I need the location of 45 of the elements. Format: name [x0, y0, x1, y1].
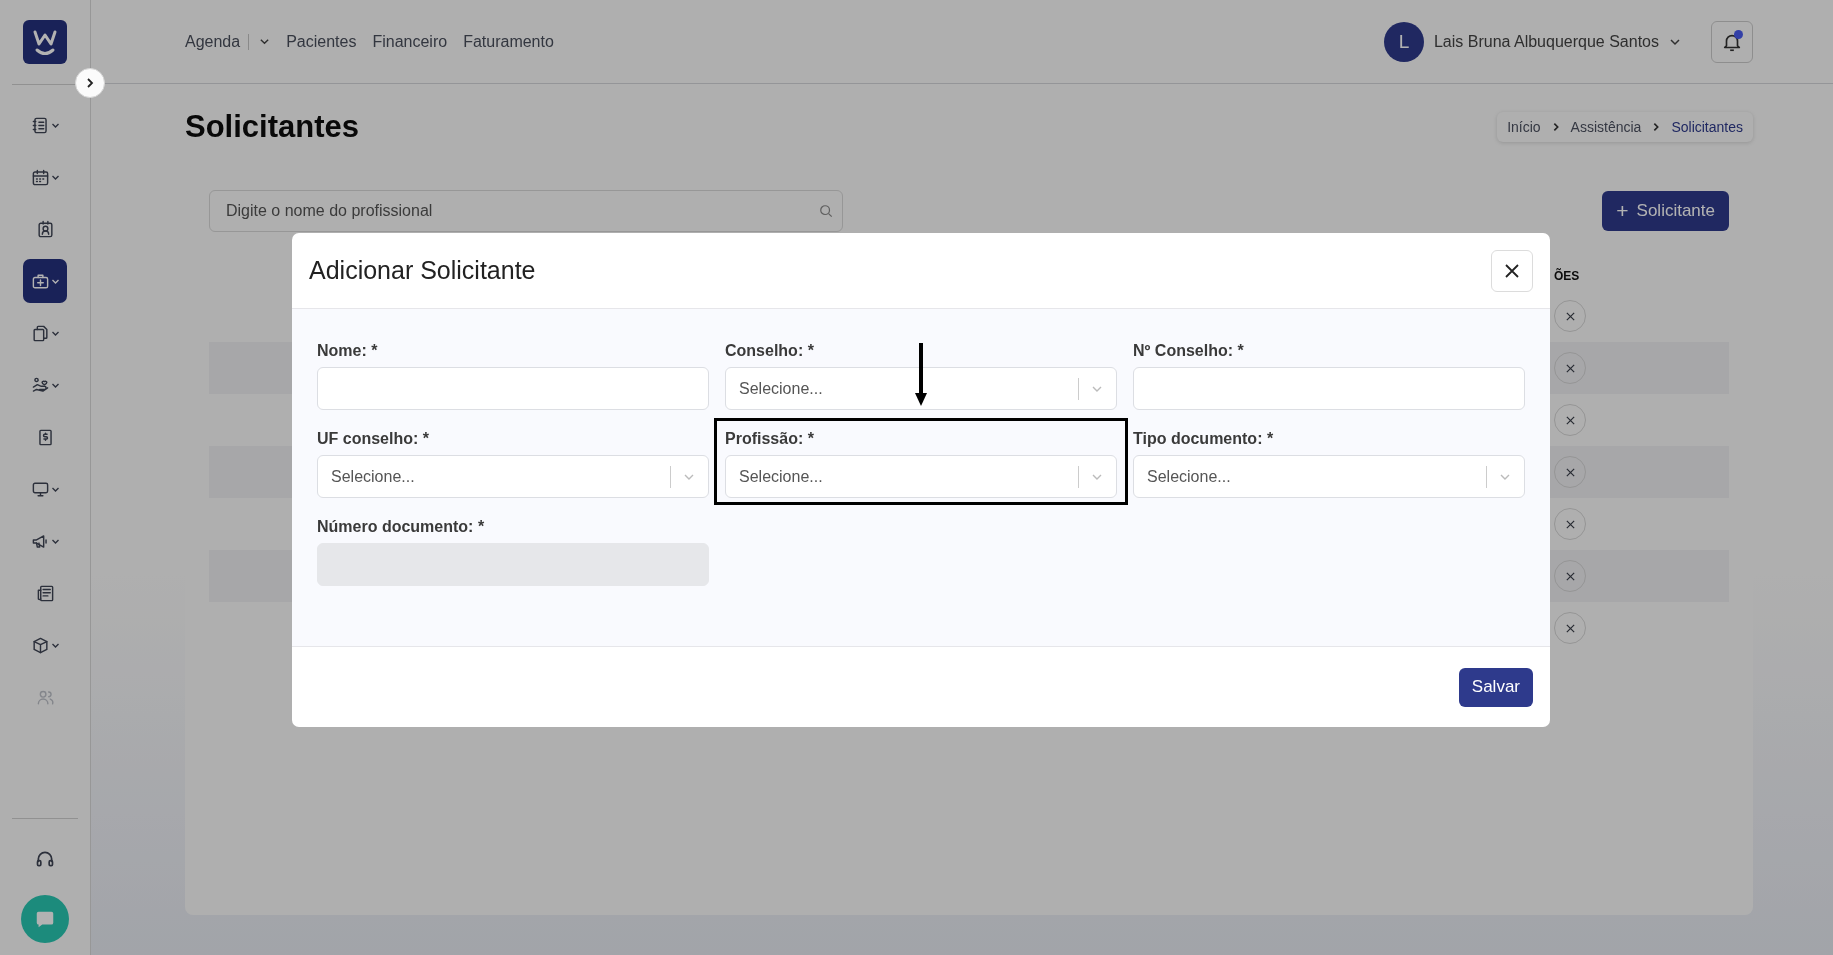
close-icon [1564, 414, 1576, 426]
headset-icon[interactable] [35, 849, 55, 869]
field-label: UF conselho: * [317, 430, 430, 448]
select-field[interactable]: Selecione... [725, 367, 1117, 410]
add-requester-button[interactable]: + Solicitante [1602, 191, 1729, 231]
user-name[interactable]: Lais Bruna Albuquerque Santos [1433, 32, 1659, 51]
close-icon [1504, 262, 1520, 279]
user-avatar[interactable]: L [1383, 21, 1424, 62]
chevron-down-icon[interactable] [259, 36, 271, 47]
close-icon [1564, 518, 1576, 530]
close-button[interactable] [1491, 249, 1533, 292]
notification-button[interactable] [1711, 20, 1753, 63]
field-label: Nome: * [317, 342, 379, 360]
nav-link[interactable]: Pacientes [286, 32, 357, 51]
chevron-right-icon [84, 77, 96, 89]
search-field[interactable]: Digite o nome do profissional [209, 190, 843, 232]
sidebar-item[interactable] [23, 259, 67, 303]
nav-link[interactable]: Faturamento [463, 32, 554, 51]
nav-link[interactable]: Financeiro [372, 32, 448, 51]
search-icon [819, 204, 833, 218]
app-logo[interactable] [23, 20, 67, 64]
nav-link[interactable]: Agenda [185, 32, 241, 51]
select-field[interactable]: Selecione... [1133, 455, 1525, 498]
breadcrumb-link[interactable]: Solicitantes [1671, 119, 1743, 135]
field-label: Nº Conselho: * [1133, 342, 1245, 360]
close-icon [1564, 362, 1576, 374]
page-title: Solicitantes [185, 109, 359, 145]
input-field[interactable] [317, 367, 709, 410]
field-label: Tipo documento: * [1133, 430, 1275, 448]
breadcrumb-link[interactable]: Assistência [1570, 119, 1642, 135]
field-label: Número documento: * [317, 518, 486, 536]
close-icon [1564, 570, 1576, 582]
column-header: ÕES [1554, 269, 1581, 283]
breadcrumb-link[interactable]: Início [1507, 119, 1541, 135]
close-icon [1564, 310, 1576, 322]
select-field[interactable]: Selecione... [317, 455, 709, 498]
sidebar-toggle-button[interactable] [75, 68, 105, 98]
save-button[interactable]: Salvar [1458, 667, 1533, 707]
modal-title: Adicionar Solicitante [309, 256, 536, 285]
close-icon [1564, 466, 1576, 478]
input-field[interactable] [1133, 367, 1525, 410]
field-label: Conselho: * [725, 342, 815, 360]
close-icon [1564, 622, 1576, 634]
field-label: Profissão: * [725, 430, 815, 448]
select-field[interactable]: Selecione... [725, 455, 1117, 498]
